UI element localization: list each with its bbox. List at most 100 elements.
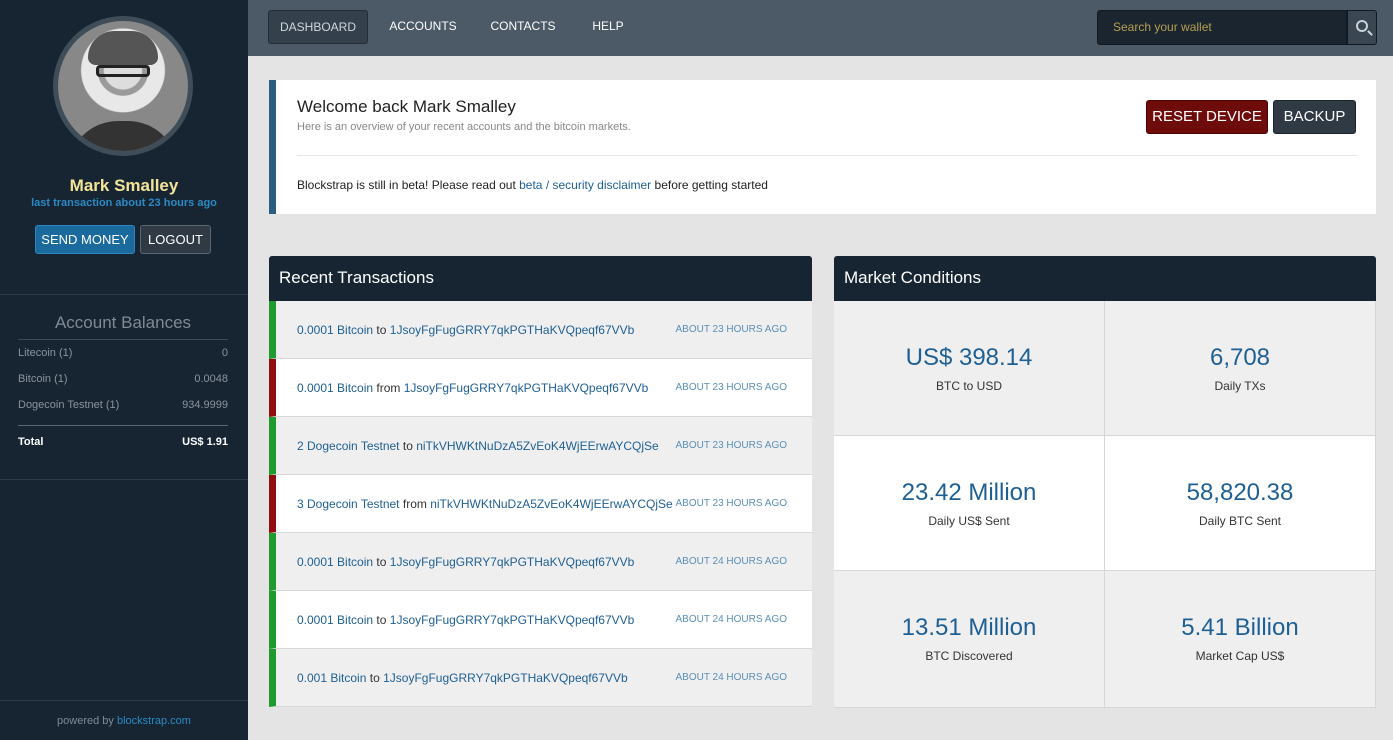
tx-amount[interactable]: 0.0001 Bitcoin <box>297 613 373 627</box>
logout-button[interactable]: LOGOUT <box>140 225 211 254</box>
market-stat: 13.51 Million BTC Discovered <box>834 571 1105 708</box>
total-label: Total <box>18 436 44 448</box>
nav-contacts[interactable]: CONTACTS <box>478 10 568 44</box>
transaction-row[interactable]: 0.0001 Bitcoin to 1JsoyFgFugGRRY7qkPGTHa… <box>269 301 812 359</box>
recent-transactions-panel: Recent Transactions 0.0001 Bitcoin to 1J… <box>269 256 812 708</box>
welcome-title: Welcome back Mark Smalley <box>297 97 516 116</box>
powered-by-text: powered by <box>57 715 114 727</box>
stat-value: 6,708 <box>1209 344 1271 371</box>
avatar-photo <box>58 21 188 151</box>
panel-title: Market Conditions <box>834 256 1376 301</box>
stat-value: US$ 398.14 <box>905 344 1033 371</box>
stat-label: Market Cap US$ <box>1195 649 1285 663</box>
tx-amount[interactable]: 2 Dogecoin Testnet <box>297 439 400 453</box>
top-navigation: DASHBOARD ACCOUNTS CONTACTS HELP Search … <box>248 0 1393 56</box>
divider <box>18 425 228 426</box>
stat-label: Daily TXs <box>1214 379 1266 393</box>
tx-address[interactable]: 1JsoyFgFugGRRY7qkPGTHaKVQpeqf67VVb <box>390 613 635 627</box>
tx-time: ABOUT 23 HOURS AGO <box>675 324 787 335</box>
welcome-subtitle: Here is an overview of your recent accou… <box>297 121 631 133</box>
transaction-row[interactable]: 0.0001 Bitcoin to 1JsoyFgFugGRRY7qkPGTHa… <box>269 591 812 649</box>
powered-by: powered by blockstrap.com <box>0 715 248 727</box>
balance-label: Bitcoin (1) <box>18 373 68 385</box>
transaction-row[interactable]: 2 Dogecoin Testnet to niTkVHWKtNuDzA5ZvE… <box>269 417 812 475</box>
transaction-row[interactable]: 0.0001 Bitcoin to 1JsoyFgFugGRRY7qkPGTHa… <box>269 533 812 591</box>
tx-time: ABOUT 24 HOURS AGO <box>675 614 787 625</box>
account-balances-title: Account Balances <box>18 313 228 340</box>
balance-value: 0.0048 <box>194 373 228 385</box>
user-name: Mark Smalley <box>69 176 179 195</box>
market-conditions-panel: Market Conditions US$ 398.14 BTC to USD … <box>834 256 1376 708</box>
transaction-row[interactable]: 0.0001 Bitcoin from 1JsoyFgFugGRRY7qkPGT… <box>269 359 812 417</box>
tx-amount[interactable]: 0.0001 Bitcoin <box>297 381 373 395</box>
stat-value: 5.41 Billion <box>1181 614 1299 641</box>
transaction-row[interactable]: 0.001 Bitcoin to 1JsoyFgFugGRRY7qkPGTHaK… <box>269 649 812 707</box>
nav-dashboard[interactable]: DASHBOARD <box>268 10 368 44</box>
nav-accounts[interactable]: ACCOUNTS <box>378 10 468 44</box>
disclaimer-link[interactable]: beta / security disclaimer <box>519 178 651 192</box>
search-input[interactable]: Search your wallet <box>1097 10 1347 45</box>
tx-direction: to <box>376 555 387 569</box>
market-stat: 23.42 Million Daily US$ Sent <box>834 436 1105 571</box>
search-button[interactable] <box>1347 10 1377 45</box>
tx-address[interactable]: niTkVHWKtNuDzA5ZvEoK4WjEErwAYCQjSe <box>416 439 659 453</box>
total-value: US$ 1.91 <box>182 436 228 448</box>
backup-button[interactable]: BACKUP <box>1273 100 1356 134</box>
tx-address[interactable]: 1JsoyFgFugGRRY7qkPGTHaKVQpeqf67VVb <box>404 381 649 395</box>
tx-address[interactable]: 1JsoyFgFugGRRY7qkPGTHaKVQpeqf67VVb <box>390 555 635 569</box>
blockstrap-link[interactable]: blockstrap.com <box>117 715 191 727</box>
stat-value: 23.42 Million <box>901 479 1037 506</box>
divider <box>0 700 248 701</box>
divider <box>0 294 248 295</box>
market-stat: 5.41 Billion Market Cap US$ <box>1105 571 1376 708</box>
balance-total-row: Total US$ 1.91 <box>18 436 228 448</box>
tx-direction: to <box>402 439 413 453</box>
balance-row[interactable]: Bitcoin (1) 0.0048 <box>18 373 228 385</box>
balance-row[interactable]: Litecoin (1) 0 <box>18 347 228 359</box>
last-transaction-text: last transaction about 23 hours ago <box>31 197 217 209</box>
tx-time: ABOUT 24 HOURS AGO <box>675 556 787 567</box>
beta-notice: Blockstrap is still in beta! Please read… <box>297 178 768 192</box>
tx-direction: from <box>402 497 427 511</box>
market-stat: 6,708 Daily TXs <box>1105 301 1376 436</box>
stat-label: Daily BTC Sent <box>1198 514 1282 528</box>
tx-amount[interactable]: 0.0001 Bitcoin <box>297 555 373 569</box>
tx-time: ABOUT 23 HOURS AGO <box>675 382 787 393</box>
sidebar: Mark Smalley last transaction about 23 h… <box>0 0 248 740</box>
market-stat: US$ 398.14 BTC to USD <box>834 301 1105 436</box>
balance-value: 934.9999 <box>182 399 228 411</box>
search-icon <box>1356 20 1368 32</box>
transaction-row[interactable]: 3 Dogecoin Testnet from niTkVHWKtNuDzA5Z… <box>269 475 812 533</box>
tx-time: ABOUT 24 HOURS AGO <box>675 672 787 683</box>
tx-address[interactable]: 1JsoyFgFugGRRY7qkPGTHaKVQpeqf67VVb <box>390 323 635 337</box>
divider <box>297 155 1357 156</box>
send-money-button[interactable]: SEND MONEY <box>35 225 135 254</box>
stat-label: BTC to USD <box>935 379 1002 393</box>
tx-direction: to <box>376 613 387 627</box>
stat-value: 58,820.38 <box>1186 479 1294 506</box>
stat-label: Daily US$ Sent <box>928 514 1010 528</box>
tx-amount[interactable]: 0.0001 Bitcoin <box>297 323 373 337</box>
balance-row[interactable]: Dogecoin Testnet (1) 934.9999 <box>18 399 228 411</box>
balance-value: 0 <box>221 347 228 359</box>
market-stat: 58,820.38 Daily BTC Sent <box>1105 436 1376 571</box>
tx-address[interactable]: niTkVHWKtNuDzA5ZvEoK4WjEErwAYCQjSe <box>430 497 673 511</box>
panel-title: Recent Transactions <box>269 256 812 301</box>
stat-value: 13.51 Million <box>901 614 1037 641</box>
tx-time: ABOUT 23 HOURS AGO <box>675 498 787 509</box>
reset-device-button[interactable]: RESET DEVICE <box>1146 100 1268 134</box>
nav-help[interactable]: HELP <box>578 10 638 44</box>
avatar[interactable] <box>53 16 193 156</box>
tx-direction: from <box>376 381 401 395</box>
tx-direction: to <box>369 671 380 685</box>
stat-label: BTC Discovered <box>925 649 1013 663</box>
beta-text-after: before getting started <box>654 178 768 192</box>
balance-label: Dogecoin Testnet (1) <box>18 399 120 411</box>
tx-address[interactable]: 1JsoyFgFugGRRY7qkPGTHaKVQpeqf67VVb <box>383 671 628 685</box>
tx-amount[interactable]: 0.001 Bitcoin <box>297 671 366 685</box>
beta-text-before: Blockstrap is still in beta! Please read… <box>297 178 516 192</box>
tx-direction: to <box>376 323 387 337</box>
tx-amount[interactable]: 3 Dogecoin Testnet <box>297 497 400 511</box>
welcome-panel: Welcome back Mark Smalley Here is an ove… <box>269 80 1376 214</box>
divider <box>0 479 248 480</box>
